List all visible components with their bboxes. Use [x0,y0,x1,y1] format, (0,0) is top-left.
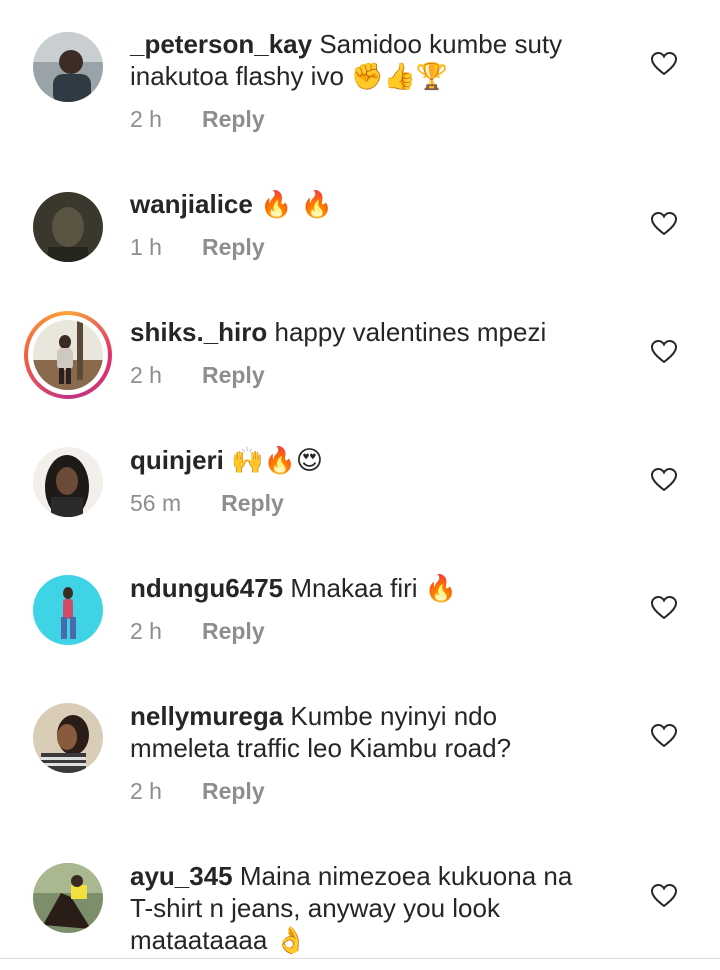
comment-username[interactable]: quinjeri [130,445,224,475]
reply-button[interactable]: Reply [202,778,265,805]
comment-text: wanjialice 🔥 🔥 [130,188,600,221]
comment-meta: 1 h Reply [130,234,265,261]
avatar[interactable] [33,575,103,645]
comment-emojis: 🔥 [424,574,458,604]
reply-button[interactable]: Reply [221,490,284,517]
comment-meta: 2 h Reply [130,362,265,389]
comment-time: 2 h [130,106,162,132]
comment-body: Mnakaa firi [290,573,418,603]
comment-meta: 56 m Reply [130,490,284,517]
comment-meta: 2 h Reply [130,618,265,645]
comment-emojis: ✊👍🏆 [351,62,449,92]
comment-time: 56 m [130,490,182,516]
like-heart-icon[interactable] [651,52,677,76]
reply-button[interactable]: Reply [202,234,265,261]
reply-button[interactable]: Reply [202,106,265,133]
comment-username[interactable]: ndungu6475 [130,573,283,603]
reply-button[interactable]: Reply [202,618,265,645]
comment-username[interactable]: _peterson_kay [130,29,312,59]
like-heart-icon[interactable] [651,724,677,748]
comment-emojis: 👌 [274,926,307,956]
avatar[interactable] [33,863,103,933]
comment-text: ndungu6475 Mnakaa firi 🔥 [130,572,600,605]
comment-username[interactable]: ayu_345 [130,861,233,891]
comment-text: shiks._hiro happy valentines mpezi [130,316,600,348]
comment-meta: 2 h Reply [130,778,265,805]
comment-body: happy valentines mpezi [274,317,547,347]
comment-username[interactable]: wanjialice [130,189,253,219]
comment-text: ayu_345 Maina nimezoea kukuona na T-shir… [130,860,600,957]
avatar[interactable] [33,447,103,517]
comment-time: 2 h [130,618,162,644]
avatar[interactable] [33,192,103,262]
like-heart-icon[interactable] [651,884,677,908]
comments-list: _peterson_kay Samidoo kumbe suty inakuto… [0,0,720,970]
comment-meta: 2 h Reply [130,106,265,133]
like-heart-icon[interactable] [651,468,677,492]
like-heart-icon[interactable] [651,340,677,364]
reply-button[interactable]: Reply [202,362,265,389]
comment-emojis: 🙌🔥😍 [231,446,323,476]
comment-time: 2 h [130,778,162,804]
bottom-divider [0,958,720,959]
comment-username[interactable]: shiks._hiro [130,317,267,347]
avatar[interactable] [33,32,103,102]
comment-text: quinjeri 🙌🔥😍 [130,444,600,477]
story-ring[interactable] [24,311,112,399]
comment-emojis: 🔥 🔥 [260,190,334,220]
comment-time: 2 h [130,362,162,388]
comment-username[interactable]: nellymurega [130,701,283,731]
like-heart-icon[interactable] [651,212,677,236]
comment-time: 1 h [130,234,162,260]
comment-text: _peterson_kay Samidoo kumbe suty inakuto… [130,28,600,93]
avatar [33,320,103,390]
like-heart-icon[interactable] [651,596,677,620]
avatar[interactable] [33,703,103,773]
comment-text: nellymurega Kumbe nyinyi ndo mmeleta tra… [130,700,600,764]
